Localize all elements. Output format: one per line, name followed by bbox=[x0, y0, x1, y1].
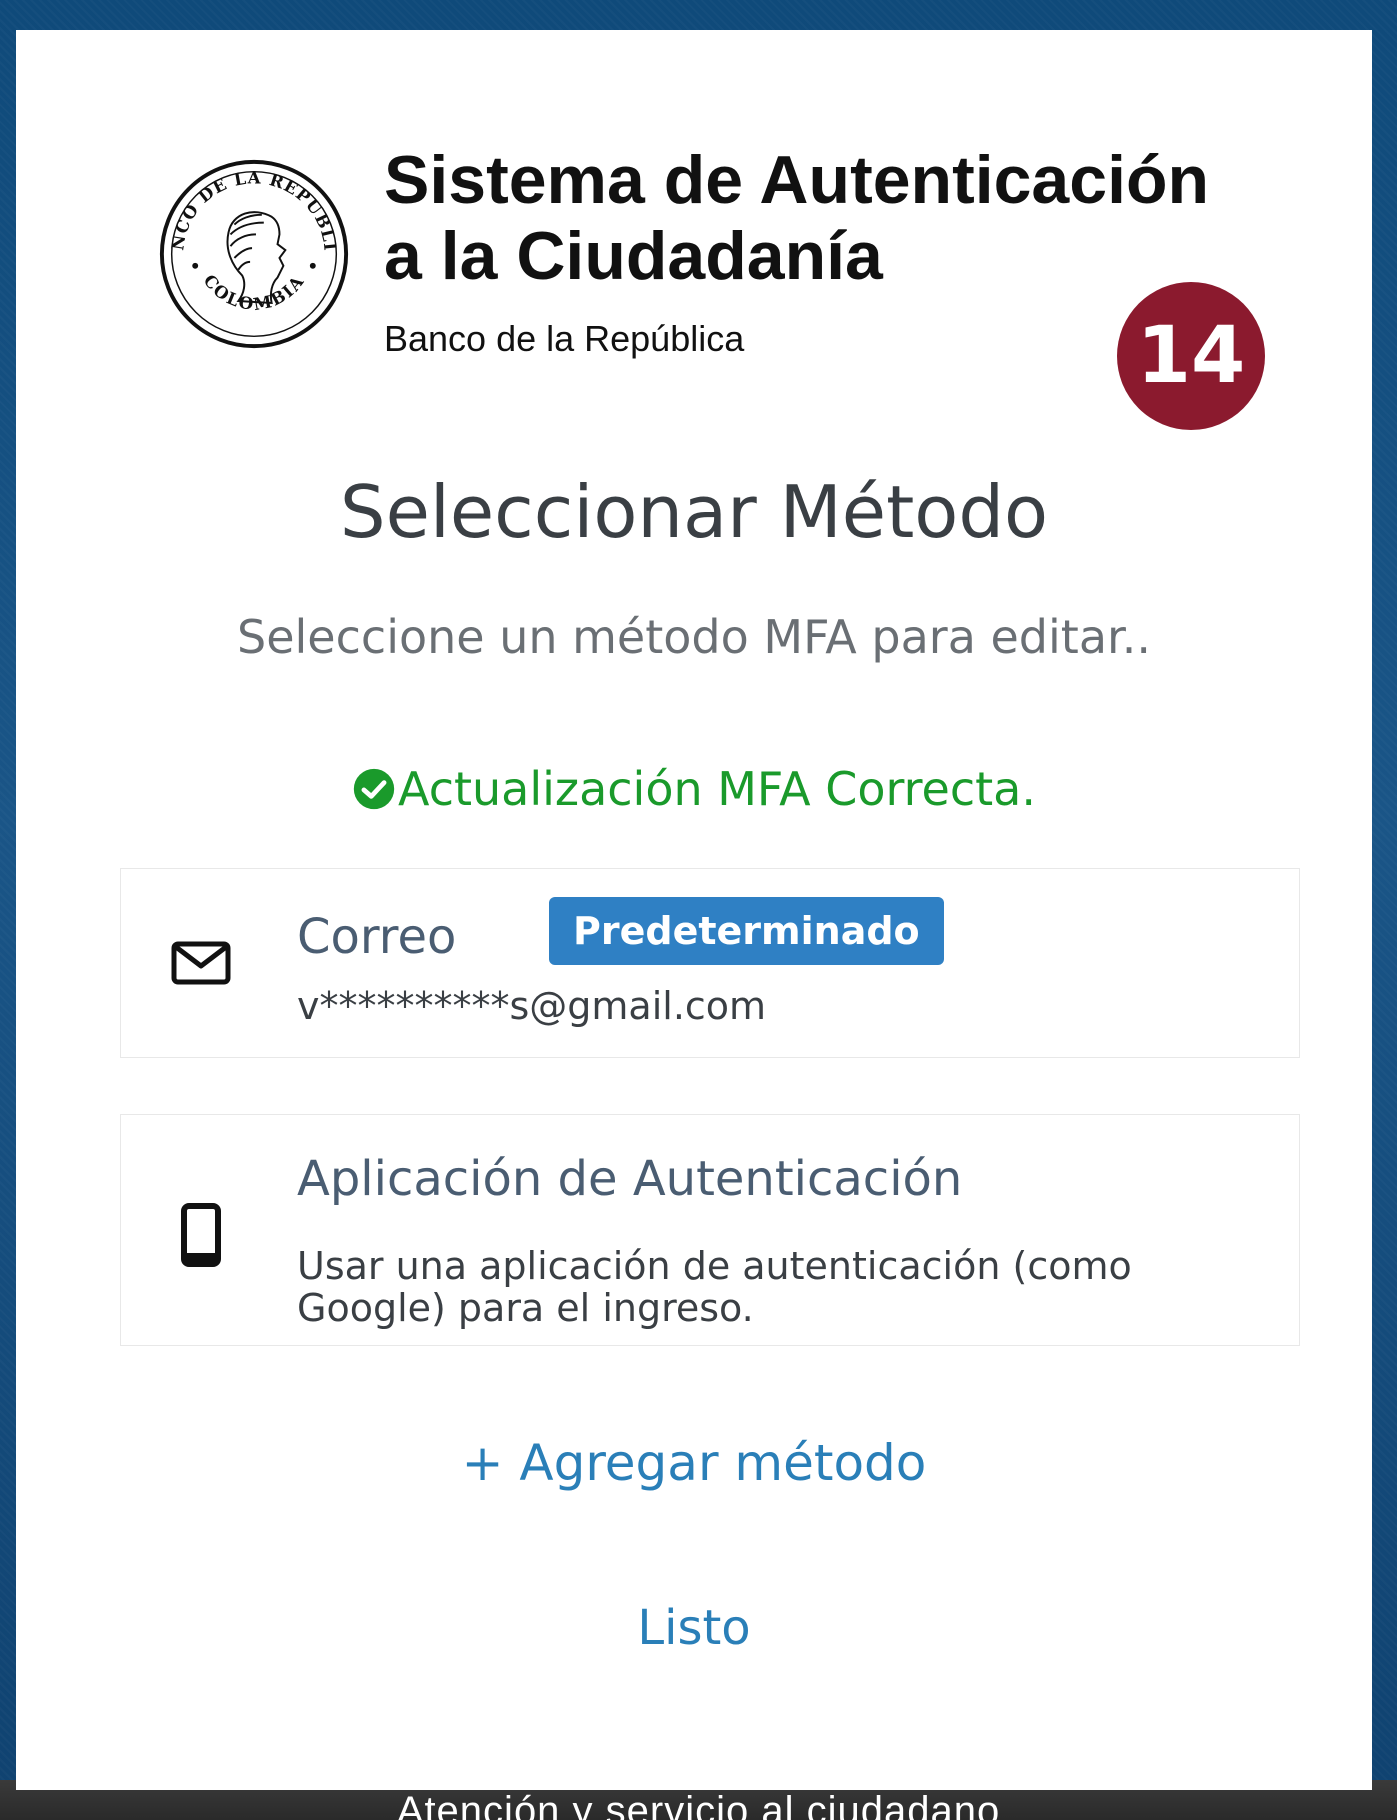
method-name: Correo bbox=[297, 909, 457, 965]
check-circle-icon bbox=[353, 768, 395, 810]
method-description: Usar una aplicación de autenticación (co… bbox=[297, 1244, 1132, 1330]
banco-republica-seal-logo: BANCO DE LA REPUBLICA COLOMBIA bbox=[156, 156, 349, 349]
footer-text[interactable]: Atención y servicio al ciudadano bbox=[0, 1789, 1397, 1820]
mobile-phone-icon bbox=[161, 1195, 241, 1275]
method-email[interactable]: Correo Predeterminado v**********s@gmail… bbox=[120, 868, 1300, 1058]
default-badge: Predeterminado bbox=[549, 897, 944, 965]
done-link[interactable]: Listo bbox=[16, 1600, 1372, 1656]
page-title: Seleccionar Método bbox=[339, 470, 1049, 554]
instructions-text: Seleccione un método MFA para editar.. bbox=[237, 610, 1151, 664]
system-subtitle: Banco de la República bbox=[384, 318, 745, 359]
header: BANCO DE LA REPUBLICA COLOMBIA Sistema d… bbox=[156, 142, 1256, 372]
method-name: Aplicación de Autenticación bbox=[297, 1151, 963, 1207]
method-email-address: v**********s@gmail.com bbox=[297, 984, 767, 1028]
add-method-link[interactable]: + Agregar método bbox=[16, 1434, 1372, 1492]
system-title: Sistema de Autenticación a la Ciudadanía bbox=[384, 142, 1210, 294]
method-authenticator-app[interactable]: Aplicación de Autenticación Usar una apl… bbox=[120, 1114, 1300, 1346]
envelope-icon bbox=[161, 923, 241, 1003]
success-message: Actualización MFA Correcta. bbox=[16, 762, 1372, 816]
success-text: Actualización MFA Correcta. bbox=[398, 762, 1036, 816]
step-number-badge: 14 bbox=[1117, 282, 1265, 430]
